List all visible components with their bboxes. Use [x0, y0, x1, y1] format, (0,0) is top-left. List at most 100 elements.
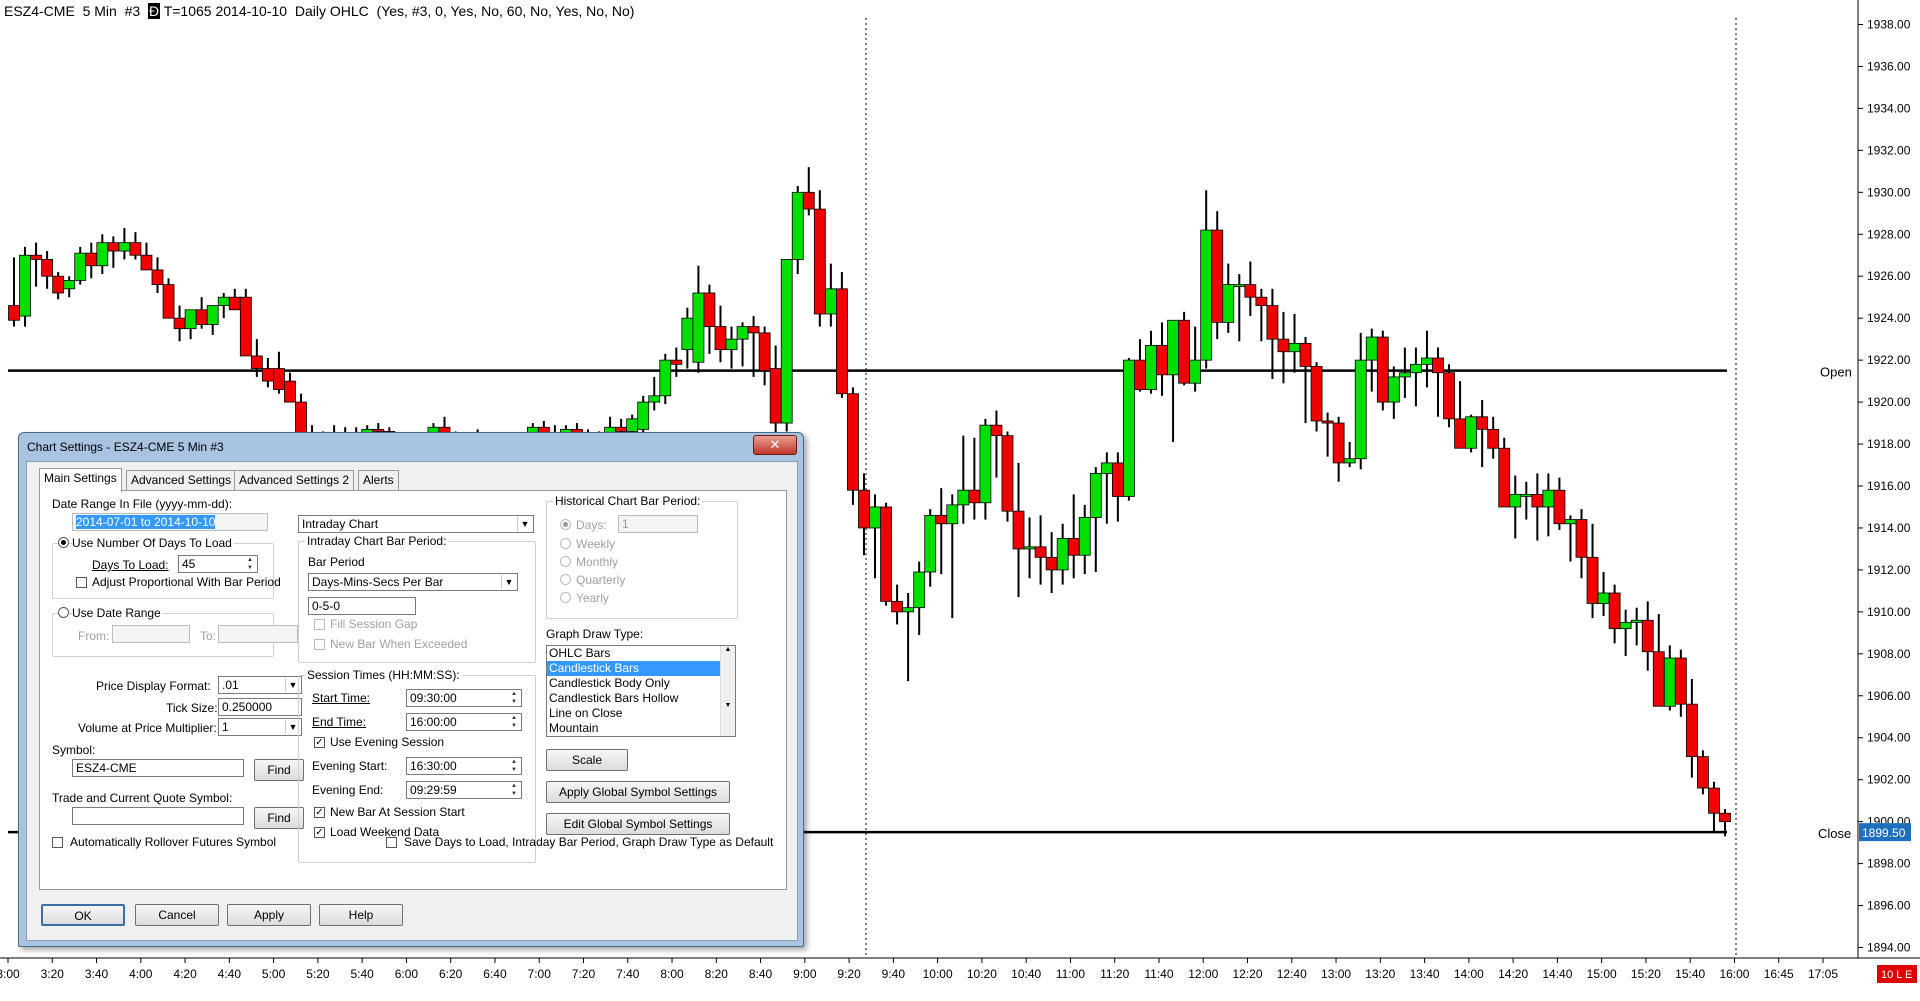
candle-body	[1100, 462, 1113, 474]
graph-draw-type-list[interactable]: OHLC Bars Candlestick Bars Candlestick B…	[546, 645, 736, 737]
help-button[interactable]: Help	[319, 904, 403, 926]
find-trade-symbol-button[interactable]: Find	[254, 807, 304, 829]
evening-start-spinner-icon[interactable]: ▲ ▼	[508, 758, 520, 774]
graph-type-option[interactable]: OHLC Bars	[547, 646, 735, 661]
x-tick-label: 4:40	[218, 967, 242, 981]
apply-button[interactable]: Apply	[227, 904, 311, 926]
graph-type-option[interactable]: Candlestick Bars	[547, 661, 735, 676]
start-time-spinner-icon[interactable]: ▲ ▼	[508, 690, 520, 706]
x-tick-label: 12:00	[1188, 967, 1218, 981]
tab-advanced-settings-2[interactable]: Advanced Settings 2	[234, 470, 355, 491]
candle-body	[195, 309, 208, 325]
edit-global-symbol-settings-button[interactable]: Edit Global Symbol Settings	[546, 813, 730, 835]
symbol-input[interactable]: ESZ4-CME	[72, 759, 244, 777]
cancel-button[interactable]: Cancel	[135, 904, 219, 926]
x-tick-label: 14:40	[1542, 967, 1572, 981]
apply-global-symbol-settings-button[interactable]: Apply Global Symbol Settings	[546, 781, 730, 803]
x-tick-label: 11:20	[1100, 967, 1129, 981]
x-tick-label: 6:20	[439, 967, 463, 981]
candle-body	[1520, 493, 1533, 497]
candle-body	[1266, 305, 1279, 340]
bar-period-type-select[interactable]: Days-Mins-Secs Per Bar ▼	[308, 573, 518, 591]
candle-body	[626, 418, 639, 432]
candle-body	[1685, 703, 1698, 758]
evening-start-input[interactable]: 16:30:00 ▲ ▼	[406, 757, 522, 775]
tab-alerts[interactable]: Alerts	[358, 470, 399, 491]
scale-button[interactable]: Scale	[546, 749, 628, 771]
find-symbol-button[interactable]: Find	[254, 759, 304, 781]
trade-symbol-input[interactable]	[72, 807, 244, 825]
graph-type-option[interactable]: Candlestick Bars Hollow	[547, 691, 735, 706]
use-date-range-radio[interactable]	[58, 607, 69, 618]
graph-type-option[interactable]: Line on Close	[547, 706, 735, 721]
end-time-value: 16:00:00	[410, 715, 457, 729]
vap-multiplier-select[interactable]: 1 ▼	[218, 718, 302, 736]
candle-body	[670, 359, 683, 365]
status-badge-text: 10 L E	[1881, 969, 1912, 981]
use-days-radio[interactable]	[58, 537, 69, 548]
start-time-input[interactable]: 09:30:00 ▲ ▼	[406, 689, 522, 707]
load-weekend-checkbox[interactable]: ✓	[314, 827, 325, 838]
chart-type-select[interactable]: Intraday Chart ▼	[298, 515, 534, 533]
y-tick-label: 1932.00	[1867, 143, 1911, 157]
candle-body	[902, 607, 915, 613]
candle-body	[1410, 363, 1422, 374]
candle-body	[1134, 359, 1146, 390]
candle-body	[880, 506, 892, 602]
price-format-select[interactable]: .01 ▼	[218, 676, 302, 694]
candle-body	[129, 242, 142, 256]
symbol-label: Symbol:	[52, 743, 96, 757]
chart-info: T=1065 2014-10-10 Daily OHLC (Yes, #3, 0…	[163, 3, 635, 19]
candle-body	[1244, 284, 1257, 298]
end-time-spinner-icon[interactable]: ▲ ▼	[508, 714, 520, 730]
bar-period-input[interactable]: 0-5-0	[308, 597, 416, 615]
x-tick-label: 7:00	[528, 967, 552, 981]
close-price-badge-text: 1899.50	[1862, 826, 1906, 840]
save-defaults-checkbox[interactable]	[386, 837, 397, 848]
candle-body	[1531, 493, 1544, 508]
candle-body	[615, 426, 628, 432]
trade-symbol-label: Trade and Current Quote Symbol:	[52, 791, 233, 805]
x-tick-label: 16:45	[1764, 967, 1794, 981]
close-button[interactable]: ✕	[753, 435, 797, 455]
ok-button[interactable]: OK	[41, 904, 125, 926]
candle-body	[30, 254, 42, 260]
candle-body	[1454, 418, 1466, 449]
x-tick-label: 13:00	[1321, 967, 1351, 981]
candle-body	[19, 254, 31, 317]
x-tick-label: 12:20	[1232, 967, 1262, 981]
date-range-value: 2014-07-01 to 2014-10-10	[76, 515, 216, 529]
candle-body	[858, 489, 870, 529]
auto-rollover-checkbox[interactable]	[52, 837, 63, 848]
hist-yearly-radio	[560, 592, 571, 603]
tick-size-input[interactable]: 0.250000	[218, 698, 302, 716]
y-tick-label: 1920.00	[1867, 395, 1911, 409]
price-format-value: .01	[222, 678, 239, 692]
cursor-marker: Đ	[147, 3, 161, 19]
evening-end-spinner-icon[interactable]: ▲ ▼	[508, 782, 520, 798]
y-tick-label: 1902.00	[1867, 773, 1911, 787]
x-tick-label: 14:00	[1454, 967, 1484, 981]
adjust-proportional-checkbox[interactable]	[76, 577, 87, 588]
candle-body	[968, 489, 981, 504]
tab-advanced-settings[interactable]: Advanced Settings	[126, 470, 237, 491]
evening-end-input[interactable]: 09:29:59 ▲ ▼	[406, 781, 522, 799]
days-spinner-icon[interactable]: ▲ ▼	[244, 556, 256, 572]
candle-body	[1586, 556, 1599, 604]
graph-type-option[interactable]: Candlestick Body Only	[547, 676, 735, 691]
candle-body	[1045, 556, 1058, 571]
candle-body	[824, 288, 837, 315]
end-time-input[interactable]: 16:00:00 ▲ ▼	[406, 713, 522, 731]
graph-type-option[interactable]: Mountain	[547, 721, 735, 736]
candle-body	[173, 317, 186, 330]
new-bar-session-checkbox[interactable]: ✓	[314, 807, 325, 818]
tab-main-settings[interactable]: Main Settings	[39, 468, 122, 492]
use-evening-session-checkbox[interactable]: ✓	[314, 737, 325, 748]
candle-body	[1465, 416, 1478, 449]
x-tick-label: 12:40	[1277, 967, 1307, 981]
days-to-load-input[interactable]: 45 ▲ ▼	[178, 555, 258, 573]
chevron-down-icon: ▼	[517, 517, 532, 531]
y-tick-label: 1926.00	[1867, 269, 1911, 283]
x-tick-label: 9:20	[837, 967, 861, 981]
list-scrollbar[interactable]: ▲ ▼	[720, 646, 735, 736]
